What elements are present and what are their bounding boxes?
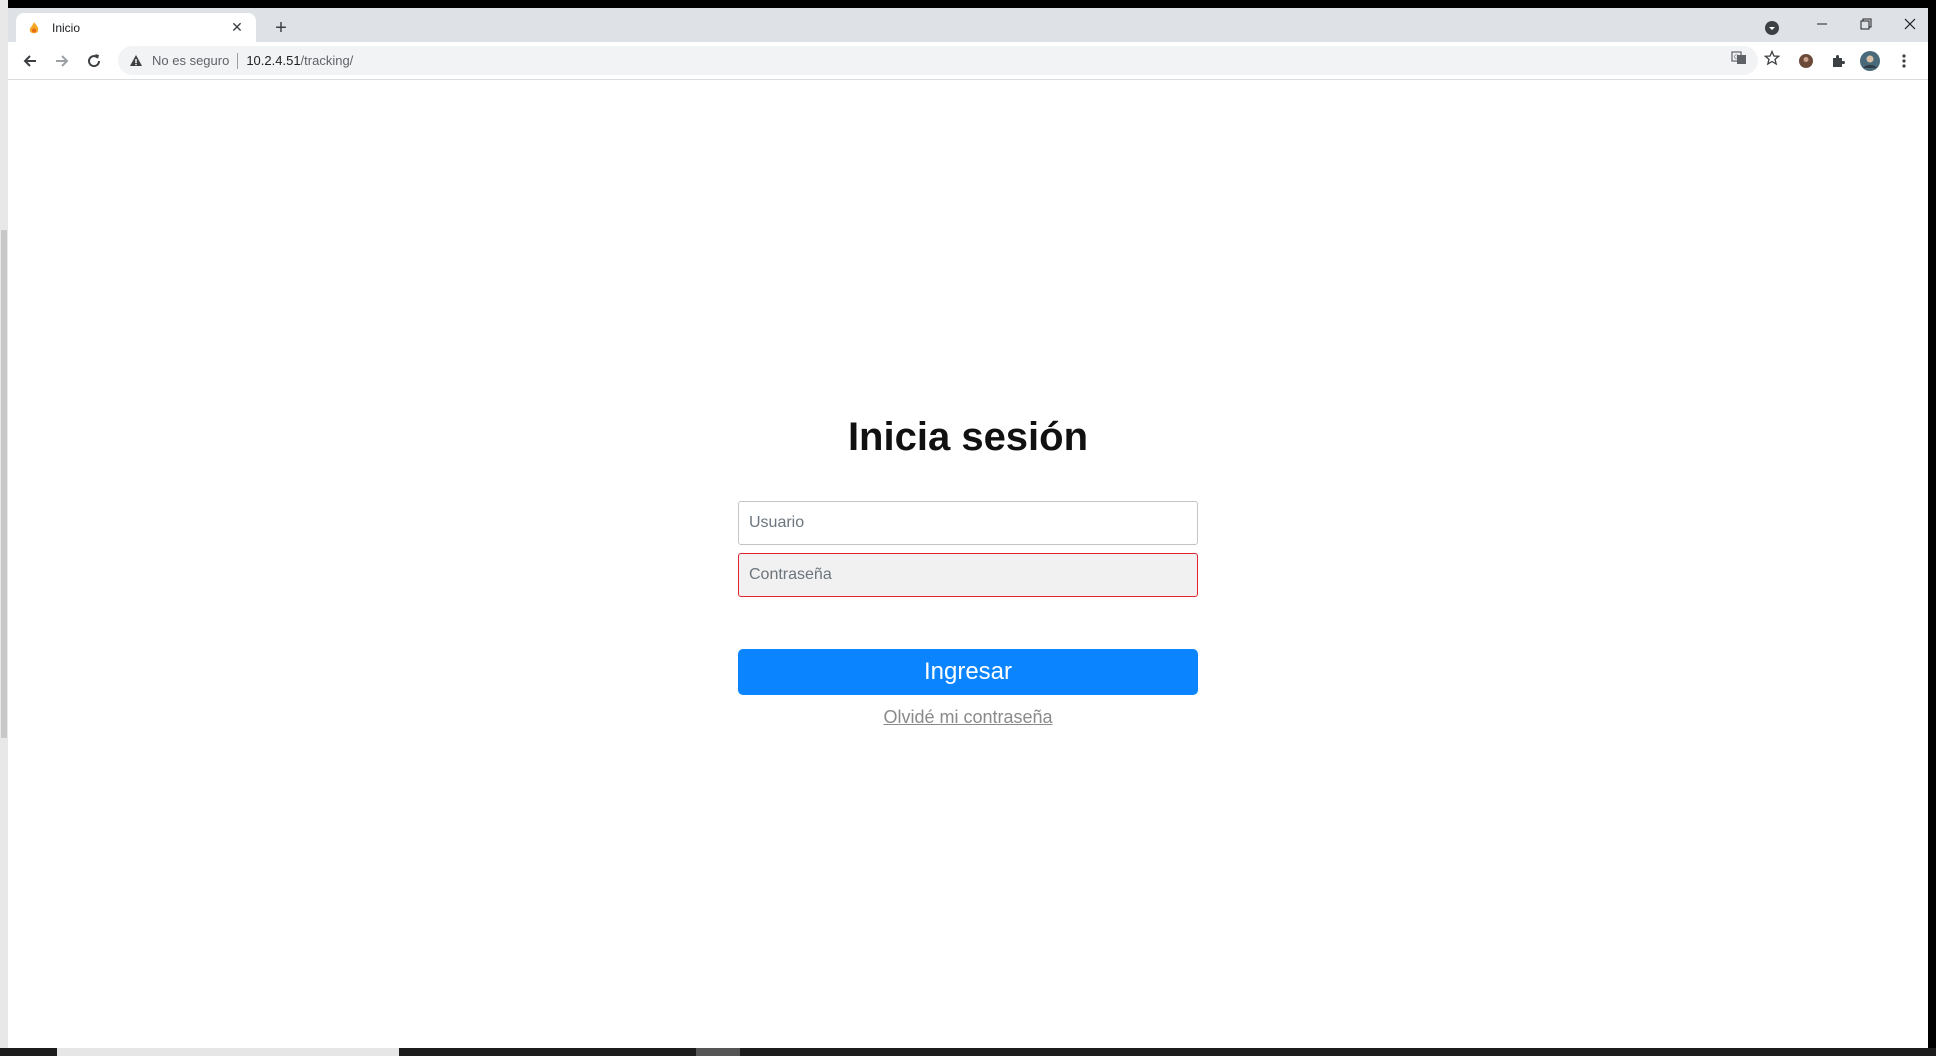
login-form: Inicia sesión Ingresar Olvidé mi contras… xyxy=(738,411,1198,728)
forward-arrow-icon xyxy=(56,55,69,67)
login-button[interactable]: Ingresar xyxy=(738,649,1198,695)
background-scrollbar xyxy=(1,230,7,738)
background-window-strip xyxy=(0,0,8,1048)
reload-icon xyxy=(88,54,101,68)
url-host: 10.2.4.51 xyxy=(246,53,301,68)
minimize-button[interactable] xyxy=(1800,12,1844,36)
url-text[interactable]: 10.2.4.51/tracking/ xyxy=(246,53,353,68)
separator xyxy=(237,52,239,69)
tab-inicio[interactable]: Inicio ✕ xyxy=(16,13,256,42)
svg-text:G: G xyxy=(1734,54,1739,61)
taskbar-segment xyxy=(696,1048,740,1056)
avatar[interactable] xyxy=(1860,51,1880,71)
taskbar-segment xyxy=(57,1048,399,1056)
back-arrow-icon xyxy=(23,55,36,67)
profile-icon[interactable] xyxy=(1796,51,1816,71)
page-title: Inicia sesión xyxy=(847,415,1089,459)
page-content: Inicia sesión Ingresar Olvidé mi contras… xyxy=(8,81,1928,1048)
back-button[interactable] xyxy=(17,48,43,74)
tab-title: Inicio xyxy=(52,20,81,35)
address-bar[interactable]: No es seguro 10.2.4.51/tracking/ xyxy=(118,46,1758,75)
tab-strip: Inicio ✕ + xyxy=(8,8,1928,42)
security-label[interactable]: No es seguro xyxy=(152,53,229,68)
flame-icon xyxy=(26,20,42,36)
url-path: /tracking/ xyxy=(300,53,354,68)
browser-window: Inicio ✕ + No es seguro 10.2.4.51/tracki… xyxy=(8,8,1928,1048)
close-window-button[interactable] xyxy=(1888,12,1928,36)
restore-button[interactable] xyxy=(1844,12,1888,36)
new-tab-button[interactable]: + xyxy=(270,17,292,39)
password-field[interactable] xyxy=(738,553,1198,597)
star-icon[interactable] xyxy=(1763,49,1781,67)
tab-search-icon[interactable] xyxy=(1762,18,1782,38)
close-icon[interactable]: ✕ xyxy=(228,19,246,37)
warning-icon[interactable] xyxy=(128,53,144,69)
reload-button[interactable] xyxy=(81,48,107,74)
translate-icon[interactable]: G xyxy=(1730,49,1748,67)
taskbar-strip xyxy=(0,1048,1936,1056)
forward-button[interactable] xyxy=(49,48,75,74)
forgot-password-link[interactable]: Olvidé mi contraseña xyxy=(738,707,1198,728)
extensions-icon[interactable] xyxy=(1828,51,1848,71)
browser-toolbar: No es seguro 10.2.4.51/tracking/ G xyxy=(8,42,1928,80)
username-field[interactable] xyxy=(738,501,1198,545)
menu-icon[interactable] xyxy=(1894,51,1914,71)
